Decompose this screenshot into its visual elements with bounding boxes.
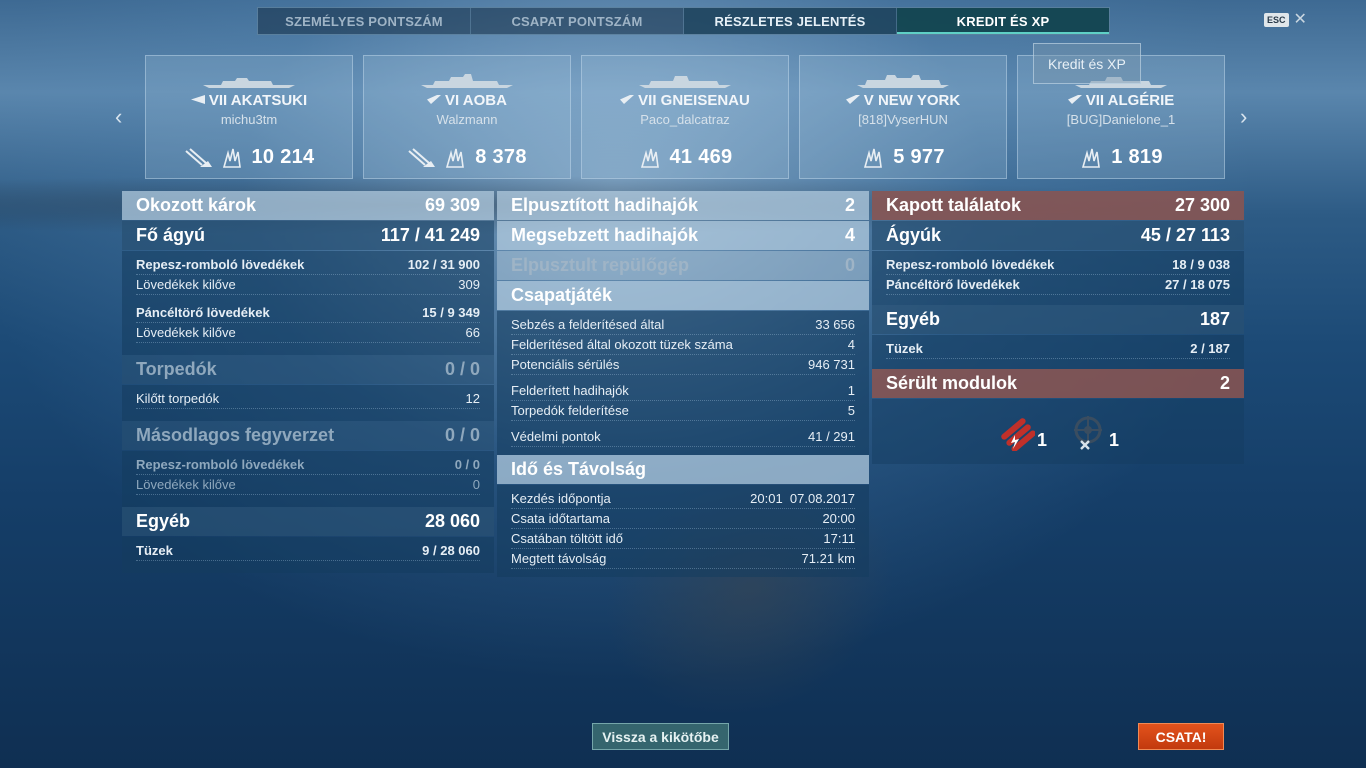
ship-name: VII GNEISENAU [638, 92, 750, 109]
ships-teamplay-panel: Elpusztított hadihajók 2 Megsebzett hadih… [497, 191, 869, 577]
battle-button[interactable]: CSATA! [1138, 723, 1224, 750]
ship-card-4[interactable]: V NEW YORK [818]VyserHUN 5 977 [799, 55, 1007, 179]
stat-row: Páncéltörő lövedékek 27 / 18 075 [886, 275, 1230, 295]
destroyer-class-icon [190, 95, 205, 104]
shell-hit-icon [640, 148, 659, 168]
steering-gear-damaged-icon [1074, 415, 1102, 450]
stat-row: Potenciális sérülés 946 731 [511, 355, 855, 375]
tab-detailed-report[interactable]: RÉSZLETES JELENTÉS [684, 8, 897, 34]
player-name: Walzmann [436, 112, 498, 127]
ship-name: V NEW YORK [863, 92, 961, 109]
section-header: Egyéb 28 060 [122, 507, 494, 536]
torpedo-tubes-damaged-icon [1001, 417, 1035, 451]
close-control[interactable]: ESC ✕ [1264, 12, 1307, 28]
section-header: Kapott találatok 27 300 [872, 191, 1244, 220]
torpedo-hit-icon [408, 147, 436, 167]
report-tabs: SZEMÉLYES PONTSZÁM CSAPAT PONTSZÁM RÉSZL… [257, 7, 1110, 35]
ship-card-2[interactable]: VI AOBA Walzmann 8 378 [363, 55, 571, 179]
section-header: Ágyúk 45 / 27 113 [872, 221, 1244, 250]
stat-row: Felderítésed által okozott tüzek száma 4 [511, 335, 855, 355]
player-name: Paco_dalcatraz [640, 112, 730, 127]
shell-hit-icon [222, 148, 241, 168]
player-name: [818]VyserHUN [858, 112, 948, 127]
section-header: Torpedók 0 / 0 [122, 355, 494, 384]
stat-row: Csatában töltött idő 17:11 [511, 529, 855, 549]
ship-card-1[interactable]: VII AKATSUKI michu3tm 10 214 [145, 55, 353, 179]
stat-row: Kezdés időpontja 20:01 07.08.2017 [511, 489, 855, 509]
ship-card-3[interactable]: VII GNEISENAU Paco_dalcatraz 41 469 [581, 55, 789, 179]
shell-hit-icon [864, 148, 883, 168]
ship-damage: 8 378 [475, 146, 527, 168]
tab-personal-score[interactable]: SZEMÉLYES PONTSZÁM [258, 8, 471, 34]
carousel-prev-arrow[interactable]: ‹ [115, 104, 122, 130]
stat-row: Lövedékek kilőve 0 [136, 475, 480, 495]
ship-damage: 5 977 [893, 146, 945, 168]
section-header: Elpusztított hadihajók 2 [497, 191, 869, 220]
damaged-modules: 1 1 [872, 399, 1244, 464]
ship-damage: 1 819 [1111, 146, 1163, 168]
ship-damage: 10 214 [251, 146, 315, 168]
ship-name: VII AKATSUKI [208, 92, 308, 109]
torpedo-hit-icon [184, 147, 212, 167]
battleship-class-icon [620, 95, 635, 104]
cruiser-class-icon [427, 95, 442, 104]
battleship-silhouette-icon [639, 76, 731, 88]
section-header: Egyéb 187 [872, 305, 1244, 334]
esc-key-icon: ESC [1264, 13, 1289, 27]
section-header: Idő és Távolság [497, 455, 869, 484]
stat-row: Repesz-romboló lövedékek 0 / 0 [136, 455, 480, 475]
stat-row: Torpedók felderítése 5 [511, 401, 855, 421]
tooltip: Kredit és XP [1033, 43, 1141, 84]
damage-dealt-panel: Okozott károk 69 309 Fő ágyú 117 / 41 249 … [122, 191, 494, 573]
ship-name: VI AOBA [445, 92, 507, 109]
stat-row: Lövedékek kilőve 309 [136, 275, 480, 295]
stat-row: Csata időtartama 20:00 [511, 509, 855, 529]
section-header: Okozott károk 69 309 [122, 191, 494, 220]
destroyer-silhouette-icon [203, 78, 295, 88]
carousel-next-arrow[interactable]: › [1240, 104, 1247, 130]
stat-row: Repesz-romboló lövedékek 102 / 31 900 [136, 255, 480, 275]
stat-row: Kilőtt torpedók 12 [136, 389, 480, 409]
section-header: Fő ágyú 117 / 41 249 [122, 221, 494, 250]
stat-row: Felderített hadihajók 1 [511, 381, 855, 401]
cruiser-class-icon [1067, 95, 1082, 104]
ship-damage: 41 469 [669, 146, 733, 168]
stat-row: Tüzek 2 / 187 [886, 339, 1230, 359]
section-header: Csapatjáték [497, 281, 869, 310]
battleship-silhouette-icon [857, 75, 949, 88]
stat-row: Sebzés a felderítésed által 33 656 [511, 315, 855, 335]
stat-row: Lövedékek kilőve 66 [136, 323, 480, 343]
stat-row: Megtett távolság 71.21 km [511, 549, 855, 569]
stat-row: Repesz-romboló lövedékek 18 / 9 038 [886, 255, 1230, 275]
module-entry: 1 [1069, 413, 1119, 451]
tab-credits-xp[interactable]: KREDIT ÉS XP [897, 8, 1109, 34]
back-to-port-button[interactable]: Vissza a kikötőbe [592, 723, 729, 750]
module-count: 1 [1036, 429, 1047, 450]
stat-row: Tüzek 9 / 28 060 [136, 541, 480, 561]
section-header: Megsebzett hadihajók 4 [497, 221, 869, 250]
module-entry: 1 [997, 413, 1047, 451]
close-icon[interactable]: ✕ [1294, 12, 1307, 28]
section-header: Sérült modulok 2 [872, 369, 1244, 398]
shell-hit-icon [1082, 148, 1101, 168]
module-count: 1 [1109, 429, 1120, 450]
stat-row: Védelmi pontok 41 / 291 [511, 427, 855, 447]
cruiser-silhouette-icon [421, 74, 513, 88]
tab-team-score[interactable]: CSAPAT PONTSZÁM [471, 8, 684, 34]
section-header: Másodlagos fegyverzet 0 / 0 [122, 421, 494, 450]
battleship-class-icon [845, 95, 860, 104]
section-header: Elpusztult repülőgép 0 [497, 251, 869, 280]
ship-name: VII ALGÉRIE [1085, 92, 1175, 109]
player-name: [BUG]Danielone_1 [1066, 112, 1176, 127]
stat-row: Páncéltörő lövedékek 15 / 9 349 [136, 303, 480, 323]
damage-received-panel: Kapott találatok 27 300 Ágyúk 45 / 27 113 … [872, 191, 1244, 464]
player-name: michu3tm [220, 112, 278, 127]
shell-hit-icon [446, 148, 465, 168]
